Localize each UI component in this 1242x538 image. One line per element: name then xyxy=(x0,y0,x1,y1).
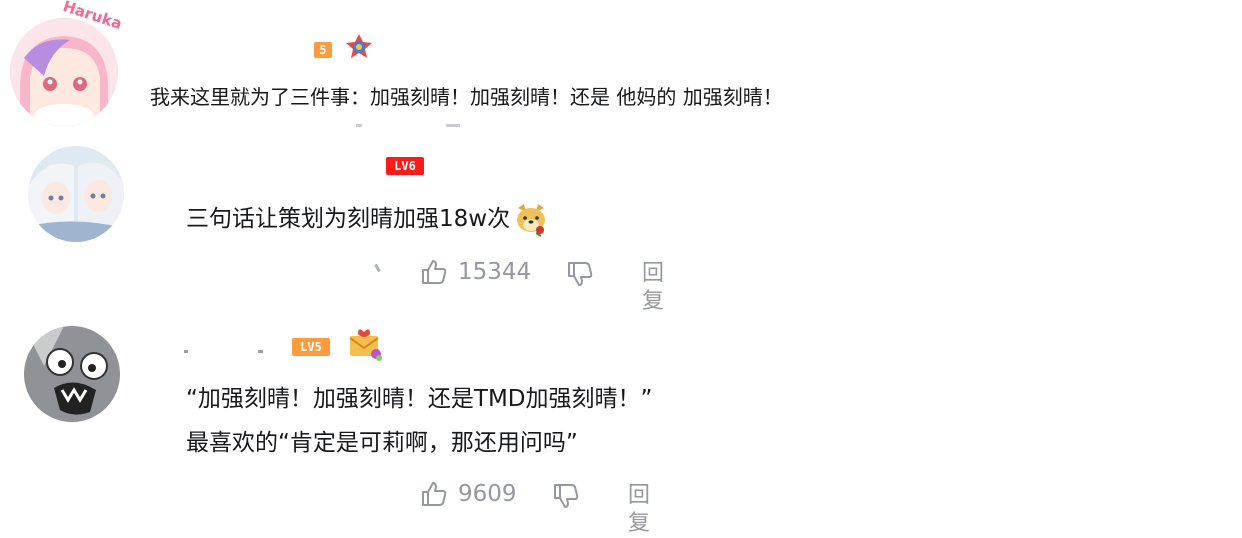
comment-text-line2: 最喜欢的“肯定是可莉啊，那还用问吗” xyxy=(186,430,578,456)
thumbs-up-icon xyxy=(422,260,447,284)
truncated-action-row xyxy=(352,124,472,130)
like-count: 15344 xyxy=(458,259,532,285)
avatar[interactable] xyxy=(28,146,124,242)
level-badge: 5 xyxy=(314,42,332,58)
thumbs-up-icon xyxy=(422,482,447,506)
thumbs-down-icon xyxy=(568,262,593,286)
comment-text: 三句话让策划为刻晴加强18w次 xyxy=(186,200,550,238)
username-truncated xyxy=(184,350,264,354)
like-button[interactable]: 9609 xyxy=(420,480,517,508)
reply-button[interactable]: 回复 xyxy=(628,482,650,538)
anime-girl-avatar-icon xyxy=(10,18,118,126)
reply-button[interactable]: 回复 xyxy=(642,260,664,316)
comment-text-content: 三句话让策划为刻晴加强18w次 xyxy=(186,206,511,232)
avatar[interactable] xyxy=(24,326,120,422)
dislike-button[interactable] xyxy=(552,482,580,510)
truncated-mark xyxy=(374,263,381,273)
like-button[interactable]: 15344 xyxy=(420,258,531,286)
like-count: 9609 xyxy=(458,481,517,507)
medal-icon xyxy=(344,32,374,68)
comment-text-line1: “加强刻晴！加强刻晴！还是TMD加强刻晴！” xyxy=(186,386,653,412)
gift-envelope-icon xyxy=(346,324,384,366)
cartoon-face-avatar-icon xyxy=(24,326,120,422)
anime-girls-avatar-icon xyxy=(28,146,124,242)
dislike-button[interactable] xyxy=(566,260,594,288)
avatar[interactable] xyxy=(10,18,118,126)
doge-emoji-icon xyxy=(517,204,546,237)
level-badge: LV5 xyxy=(292,338,330,356)
level-badge: LV6 xyxy=(386,157,424,175)
thumbs-down-icon xyxy=(554,484,579,508)
comment-text: 我来这里就为了三件事：加强刻晴！加强刻晴！还是 他妈的 加强刻晴！ xyxy=(150,85,783,109)
